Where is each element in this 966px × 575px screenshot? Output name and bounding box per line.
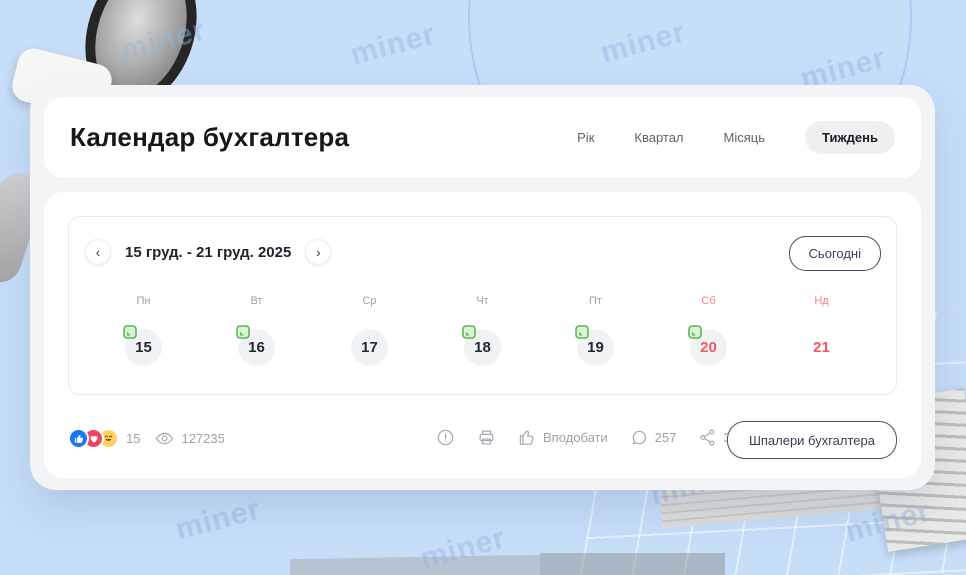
day-number: 21 (813, 339, 830, 356)
like-button[interactable]: Вподобати (518, 428, 608, 447)
day-18[interactable]: 18 (462, 325, 501, 366)
engagement-summary: 15 127235 (68, 428, 225, 449)
day-number: 20 (700, 339, 717, 356)
comment-icon (632, 430, 646, 445)
watermark-text: miner (172, 492, 265, 547)
wallpapers-button[interactable]: Шпалери бухгалтера (726, 421, 897, 459)
tab-quarter[interactable]: Квартал (634, 130, 683, 145)
share-button[interactable]: 3 (698, 428, 731, 447)
today-button[interactable]: Сьогодні (788, 236, 881, 271)
date-range-label: 15 груд. - 21 груд. 2025 (125, 243, 292, 261)
day-number: 16 (248, 339, 265, 356)
info-button[interactable] (436, 428, 455, 447)
day-number: 15 (135, 339, 152, 356)
days-row: 15 16 17 18 19 20 21 (87, 325, 878, 366)
event-badge-icon (123, 325, 137, 339)
reactions-stack[interactable] (68, 428, 119, 449)
day-15[interactable]: 15 (123, 325, 162, 366)
comments-button[interactable]: 257 (630, 428, 677, 447)
thumbs-up-icon (519, 430, 534, 445)
widget-body: ‹ 15 груд. - 21 груд. 2025 › Сьогодні Пн… (44, 192, 921, 478)
day-20[interactable]: 20 (688, 325, 727, 366)
weekday-label: Вт (250, 295, 263, 307)
tab-month[interactable]: Місяць (724, 130, 765, 145)
decor-photo-edge (540, 553, 725, 575)
weekday-label: Чт (476, 295, 489, 307)
event-badge-icon (575, 325, 589, 339)
weekday-header-row: Пн Вт Ср Чт Пт Сб Нд (87, 295, 878, 307)
week-calendar: ‹ 15 груд. - 21 груд. 2025 › Сьогодні Пн… (68, 216, 897, 395)
page-title: Календар бухгалтера (70, 122, 350, 152)
tab-week[interactable]: Тиждень (805, 121, 895, 154)
decor-photo-edge (289, 554, 541, 575)
calendar-widget: Календар бухгалтера Рік Квартал Місяць Т… (30, 85, 935, 490)
day-cell: 18 (426, 325, 539, 366)
event-badge-icon (462, 325, 476, 339)
printer-icon (479, 430, 494, 445)
weekday-label: Ср (362, 295, 377, 307)
prev-week-button[interactable]: ‹ (85, 239, 111, 265)
day-cell: 15 (87, 325, 200, 366)
day-16[interactable]: 16 (236, 325, 275, 366)
like-button-label: Вподобати (543, 430, 608, 445)
like-reaction-icon (68, 428, 89, 449)
date-navigation: ‹ 15 груд. - 21 груд. 2025 › (85, 239, 332, 265)
view-tabs: Рік Квартал Місяць Тиждень (577, 121, 895, 154)
day-number: 17 (361, 339, 378, 356)
event-badge-icon (688, 325, 702, 339)
reactions-count: 15 (126, 431, 141, 446)
weekday-label-weekend: Нд (814, 295, 829, 307)
info-icon (437, 429, 454, 446)
next-week-button[interactable]: › (305, 239, 332, 265)
comments-count: 257 (654, 430, 677, 445)
weekday-label: Пн (136, 295, 151, 307)
day-cell: 21 (765, 329, 878, 366)
views-count: 127235 (181, 431, 225, 446)
views-eye-icon (156, 432, 174, 445)
day-number: 19 (587, 339, 604, 356)
event-badge-icon (236, 325, 250, 339)
weekday-label-weekend: Сб (701, 295, 716, 307)
day-21[interactable]: 21 (803, 329, 840, 366)
day-cell: 20 (652, 325, 765, 366)
day-cell: 17 (313, 329, 426, 366)
print-button[interactable] (477, 428, 496, 447)
weekday-label: Пт (589, 295, 602, 307)
share-icon (700, 429, 715, 446)
day-17[interactable]: 17 (351, 329, 388, 366)
day-19[interactable]: 19 (575, 325, 614, 366)
day-cell: 16 (200, 325, 313, 366)
page: miner miner miner miner miner miner mine… (0, 0, 966, 575)
day-number: 18 (474, 339, 491, 356)
day-cell: 19 (539, 325, 652, 366)
widget-header: Календар бухгалтера Рік Квартал Місяць Т… (44, 97, 921, 178)
tab-year[interactable]: Рік (577, 130, 594, 145)
watermark-text: miner (347, 17, 440, 72)
